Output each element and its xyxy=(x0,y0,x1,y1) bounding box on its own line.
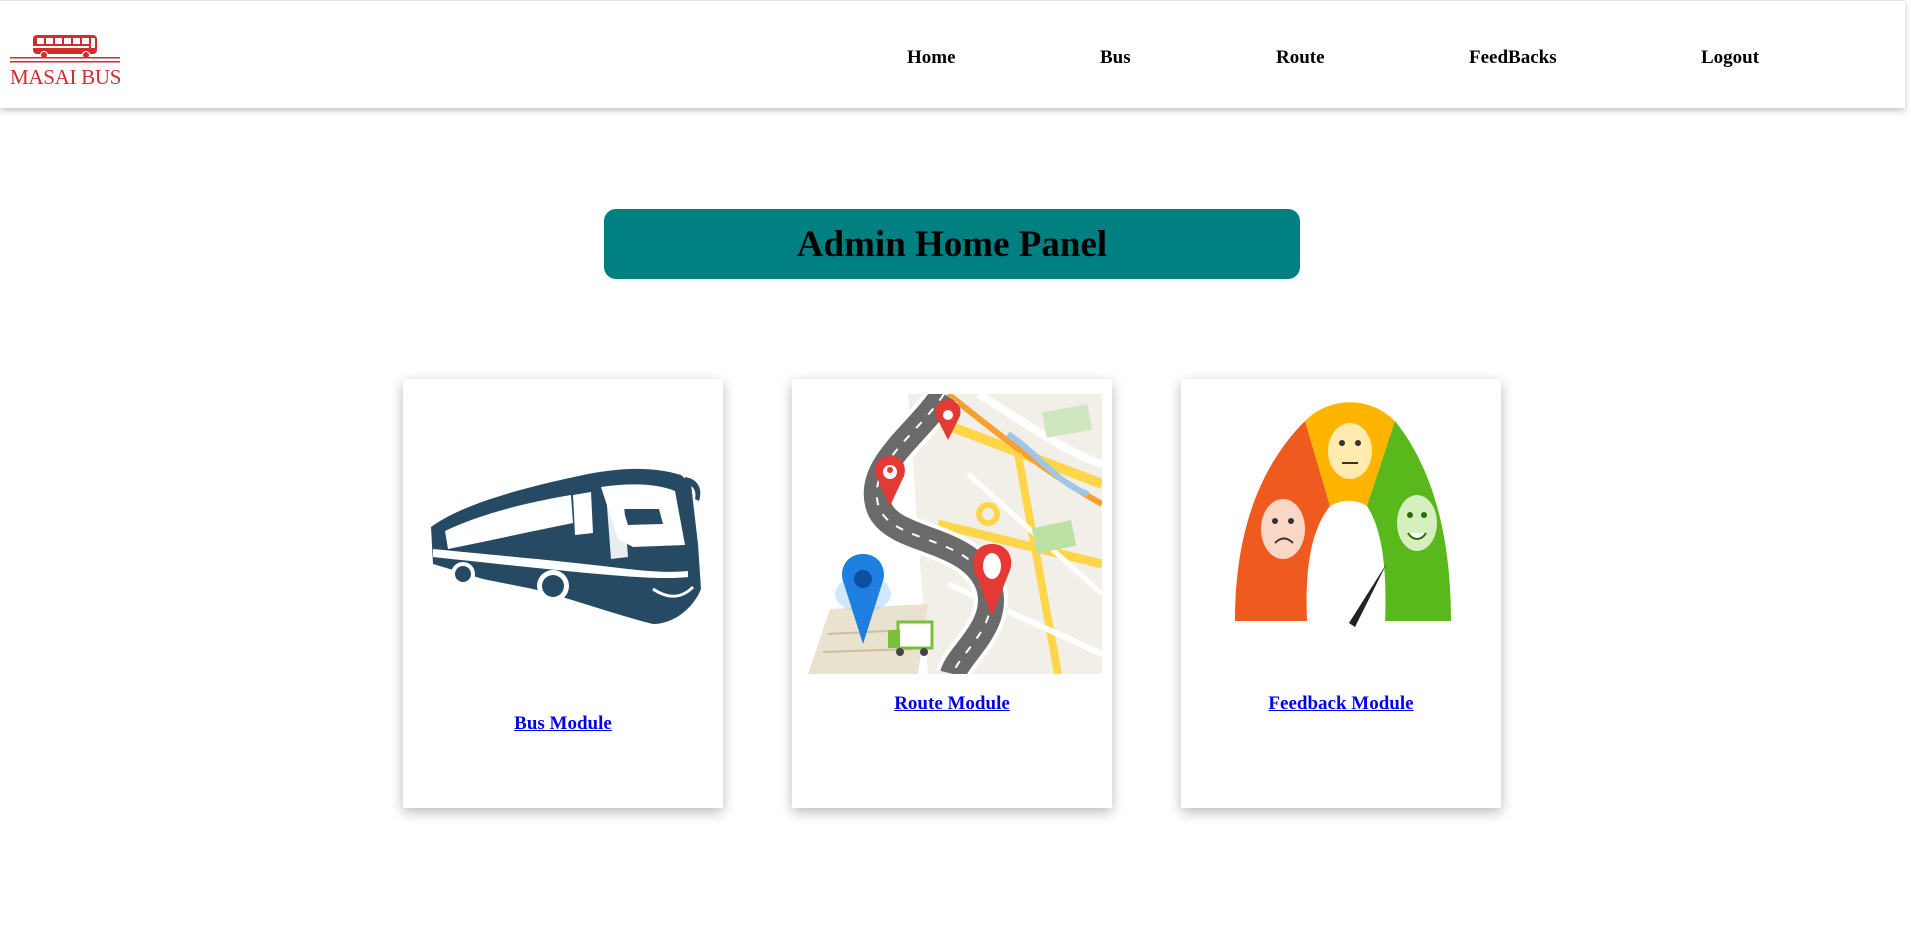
brand-name: MASAI BUS xyxy=(10,65,122,89)
bus-module-card: Bus Module xyxy=(403,379,723,808)
page-title: Admin Home Panel xyxy=(796,223,1108,265)
nav-logout[interactable]: Logout xyxy=(1701,47,1759,69)
bus-illustration-icon xyxy=(431,468,701,624)
bus-logo-icon xyxy=(10,35,120,63)
nav-route[interactable]: Route xyxy=(1276,47,1325,69)
admin-panel-banner: Admin Home Panel xyxy=(604,209,1300,279)
feedback-module-card: Feedback Module xyxy=(1181,379,1501,808)
nav-feedbacks[interactable]: FeedBacks xyxy=(1469,47,1557,69)
feedback-module-link[interactable]: Feedback Module xyxy=(1181,693,1501,715)
bus-module-link[interactable]: Bus Module xyxy=(403,713,723,735)
route-module-card: Route Module xyxy=(792,379,1112,808)
feedback-meter-icon xyxy=(1235,402,1451,627)
top-navbar: MASAI BUS Home Bus Route FeedBacks Logou… xyxy=(0,0,1905,108)
route-map-illustration-icon xyxy=(808,394,1102,674)
nav-home[interactable]: Home xyxy=(907,47,956,69)
brand-logo[interactable]: MASAI BUS xyxy=(10,33,122,89)
route-module-link[interactable]: Route Module xyxy=(792,693,1112,715)
nav-bus[interactable]: Bus xyxy=(1100,47,1131,69)
